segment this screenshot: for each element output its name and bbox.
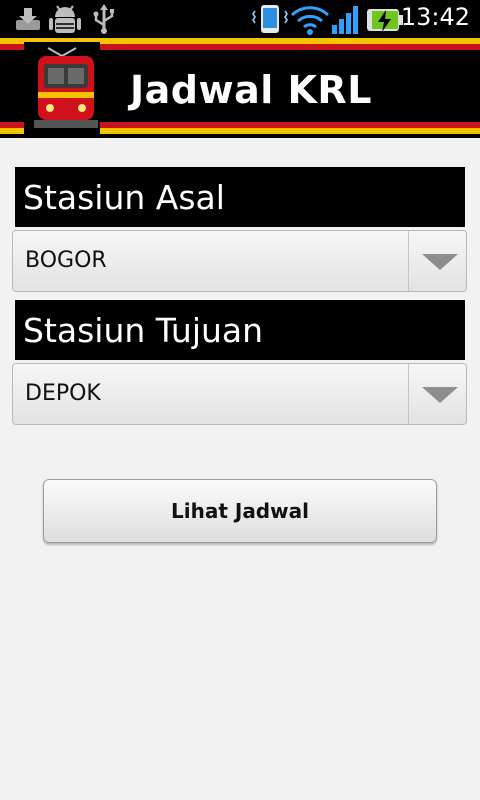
spinner-divider (408, 364, 409, 424)
usb-icon (93, 4, 114, 34)
origin-label: Stasiun Asal (15, 167, 465, 227)
origin-spinner[interactable]: BOGOR (12, 230, 467, 292)
wifi-icon (290, 6, 330, 35)
battery-charging-icon (367, 9, 403, 32)
destination-label: Stasiun Tujuan (15, 300, 465, 360)
spinner-divider (408, 231, 409, 291)
download-icon (16, 8, 40, 30)
status-bar: 13:42 (0, 0, 480, 38)
vibrate-icon (252, 5, 288, 33)
dropdown-arrow-icon (422, 254, 458, 270)
signal-icon (332, 6, 358, 34)
train-icon (24, 42, 100, 134)
android-debug-icon (49, 5, 81, 33)
destination-spinner[interactable]: DEPOK (12, 363, 467, 425)
origin-selected-value: BOGOR (25, 248, 107, 273)
app-banner: Jadwal KRL (0, 38, 480, 138)
dropdown-arrow-icon (422, 387, 458, 403)
destination-selected-value: DEPOK (25, 381, 101, 406)
view-schedule-button[interactable]: Lihat Jadwal (43, 479, 437, 543)
clock: 13:42 (400, 3, 470, 31)
banner-title: Jadwal KRL (130, 68, 372, 112)
